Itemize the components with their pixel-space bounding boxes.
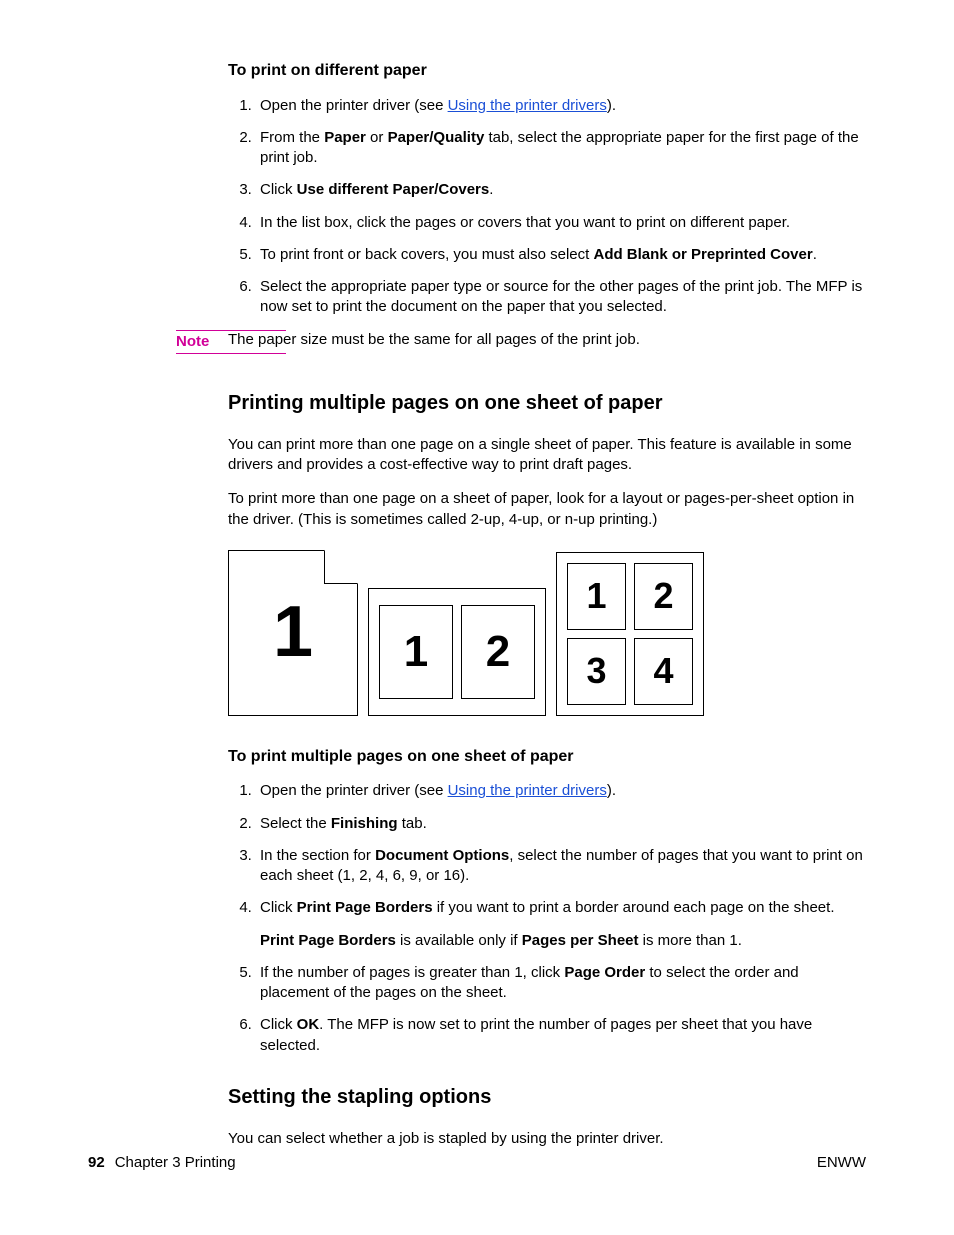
diagram-cell: 1 (567, 563, 626, 630)
nup-diagram: 1 1 2 1 2 3 4 (228, 550, 866, 716)
para-multi-1: You can print more than one page on a si… (228, 435, 866, 476)
step-2-4: Click Print Page Borders if you want to … (256, 898, 866, 951)
diagram-cell: 2 (461, 605, 535, 699)
diagram-cell: 4 (634, 638, 693, 705)
note-text: The paper size must be the same for all … (228, 330, 866, 350)
step-2-3: In the section for Document Options, sel… (256, 846, 866, 887)
section-multiple-pages: Printing multiple pages on one sheet of … (228, 390, 866, 1149)
link-printer-drivers-2[interactable]: Using the printer drivers (448, 782, 607, 799)
diagram-num: 1 (273, 584, 313, 681)
page-footer: 92 Chapter 3 Printing ENWW (88, 1153, 866, 1173)
page: To print on different paper Open the pri… (0, 0, 954, 1180)
step-1-6: Select the appropriate paper type or sou… (256, 277, 866, 318)
link-printer-drivers-1[interactable]: Using the printer drivers (448, 97, 607, 114)
para-stapling: You can select whether a job is stapled … (228, 1129, 866, 1149)
diagram-sheet-2up: 1 2 (368, 588, 546, 716)
step-1-4: In the list box, click the pages or cove… (256, 213, 866, 233)
note-row: Note The paper size must be the same for… (88, 330, 866, 350)
step-2-4-extra: Print Page Borders is available only if … (260, 931, 866, 951)
note-label: Note (176, 330, 286, 354)
para-multi-2: To print more than one page on a sheet o… (228, 489, 866, 530)
steps-list-1: Open the printer driver (see Using the p… (228, 96, 866, 318)
diagram-cell: 3 (567, 638, 626, 705)
page-number: 92 (88, 1154, 105, 1171)
chapter-label: Chapter 3 Printing (115, 1154, 236, 1171)
heading-multiple-pages: Printing multiple pages on one sheet of … (228, 390, 866, 417)
step-1-3: Click Use different Paper/Covers. (256, 180, 866, 200)
diagram-sheet-1up: 1 (228, 550, 358, 716)
heading-to-print-multi: To print multiple pages on one sheet of … (228, 746, 866, 768)
steps-list-2: Open the printer driver (see Using the p… (228, 781, 866, 1056)
heading-print-different-paper: To print on different paper (228, 60, 866, 82)
step-2-5: If the number of pages is greater than 1… (256, 963, 866, 1004)
footer-left: 92 Chapter 3 Printing (88, 1153, 236, 1173)
step-2-1: Open the printer driver (see Using the p… (256, 781, 866, 801)
step-1-5: To print front or back covers, you must … (256, 245, 866, 265)
diagram-cell: 2 (634, 563, 693, 630)
step-1-1: Open the printer driver (see Using the p… (256, 96, 866, 116)
step-2-6: Click OK. The MFP is now set to print th… (256, 1015, 866, 1056)
step-1-2: From the Paper or Paper/Quality tab, sel… (256, 128, 866, 169)
footer-right: ENWW (817, 1153, 866, 1173)
diagram-cell: 1 (379, 605, 453, 699)
heading-stapling: Setting the stapling options (228, 1084, 866, 1111)
section-print-different-paper: To print on different paper Open the pri… (228, 60, 866, 318)
diagram-sheet-4up: 1 2 3 4 (556, 552, 704, 716)
step-2-2: Select the Finishing tab. (256, 814, 866, 834)
